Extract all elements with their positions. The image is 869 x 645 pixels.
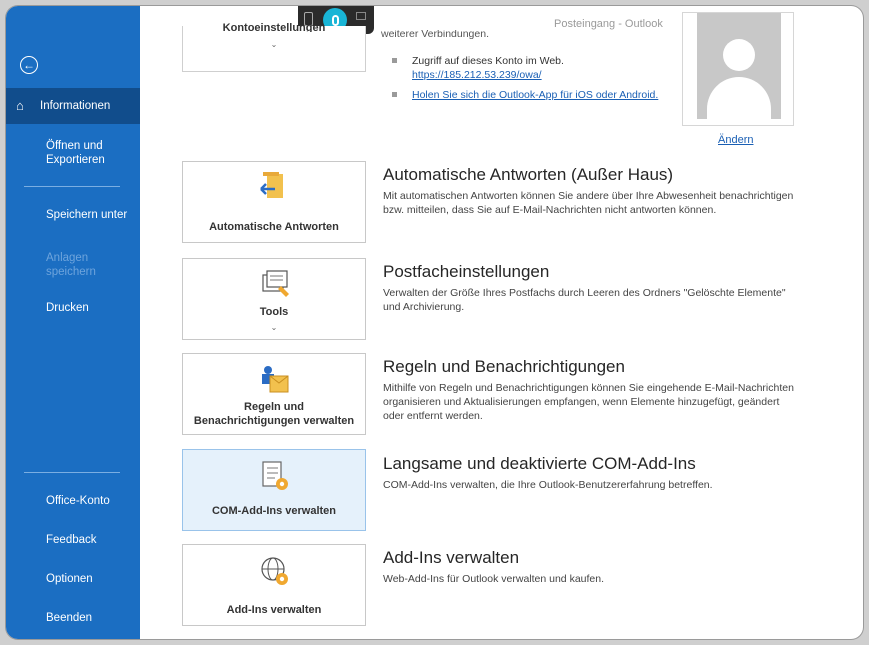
- section-title: Langsame und deaktivierte COM-Add-Ins: [383, 454, 696, 473]
- section-description: COM-Add-Ins verwalten, die Ihre Outlook-…: [383, 479, 713, 491]
- backstage-sidebar: ← ⌂ Informationen Öffnen und Exportieren…: [6, 6, 140, 639]
- rules-alerts-icon: [183, 364, 365, 396]
- bullet-text: Zugriff auf dieses Konto im Web.: [412, 55, 564, 67]
- sidebar-item-feedback[interactable]: Feedback: [6, 533, 140, 547]
- rules-alerts-button[interactable]: Regeln und Benachrichtigungen verwalten: [182, 353, 366, 435]
- globe-gear-icon: [183, 555, 365, 587]
- card-label: Tools: [259, 306, 289, 318]
- account-settings-button[interactable]: Kontoeinstellungen ⌄: [182, 22, 366, 72]
- sidebar-item-label: Optionen: [46, 573, 93, 585]
- card-label-line-1: Regeln und: [244, 401, 304, 413]
- sidebar-item-label: Feedback: [46, 534, 97, 546]
- backstage-content: Kontoeinstellungen ⌄ weiterer Verbindung…: [140, 6, 863, 639]
- home-icon: ⌂: [16, 98, 24, 113]
- section-title: Regeln und Benachrichtigungen: [383, 357, 625, 376]
- sidebar-item-informationen[interactable]: ⌂ Informationen: [6, 88, 140, 124]
- auto-reply-icon: [183, 172, 365, 204]
- card-label: COM-Add-Ins verwalten: [211, 505, 337, 517]
- section-title: Automatische Antworten (Außer Haus): [383, 165, 674, 184]
- automatic-replies-button[interactable]: Automatische Antworten: [182, 161, 366, 243]
- outlook-backstage-window: ← ⌂ Informationen Öffnen und Exportieren…: [6, 6, 863, 639]
- sidebar-item-label: Drucken: [46, 302, 89, 314]
- rules-alerts-section: Regeln und Benachrichtigungen Mithilfe v…: [383, 357, 803, 423]
- sidebar-item-label: Office-Konto: [46, 495, 110, 507]
- change-photo-link[interactable]: Ändern: [718, 134, 753, 146]
- outlook-app-link[interactable]: Holen Sie sich die Outlook-App für iOS o…: [412, 88, 658, 102]
- chevron-down-icon: ⌄: [270, 323, 278, 332]
- sidebar-item-label: Beenden: [46, 612, 93, 624]
- card-label-line-2: Benachrichtigungen verwalten: [193, 415, 355, 427]
- tools-icon: [183, 269, 365, 301]
- list-item: Zugriff auf dieses Konto im Web. https:/…: [392, 54, 658, 82]
- section-title: Postfacheinstellungen: [383, 262, 550, 281]
- section-title: Add-Ins verwalten: [383, 548, 520, 567]
- section-description: Mit automatischen Antworten können Sie a…: [383, 190, 794, 216]
- sidebar-item-beenden[interactable]: Beenden: [6, 611, 140, 625]
- account-settings-label: Kontoeinstellungen: [222, 22, 326, 32]
- sidebar-item-speichern-unter[interactable]: Speichern unter: [6, 208, 140, 222]
- back-arrow-icon[interactable]: ←: [20, 56, 38, 74]
- tools-button[interactable]: Tools ⌄: [182, 258, 366, 340]
- manage-addins-button[interactable]: Add-Ins verwalten: [182, 544, 366, 626]
- section-description: Verwalten der Größe Ihres Postfachs durc…: [383, 287, 786, 313]
- com-addins-icon: [183, 460, 365, 492]
- automatic-replies-section: Automatische Antworten (Außer Haus) Mit …: [383, 165, 803, 217]
- sidebar-item-optionen[interactable]: Optionen: [6, 572, 140, 586]
- sidebar-item-label: Anlagen speichern: [46, 252, 96, 278]
- sidebar-item-office-konto[interactable]: Office-Konto: [6, 494, 140, 508]
- sidebar-item-oeffnen-exportieren[interactable]: Öffnen und Exportieren: [6, 139, 126, 167]
- mailbox-settings-section: Postfacheinstellungen Verwalten der Größ…: [383, 262, 803, 314]
- chevron-down-icon: ⌄: [270, 40, 278, 49]
- section-description: Web-Add-Ins für Outlook verwalten und ka…: [383, 573, 605, 585]
- sidebar-item-label: Informationen: [40, 100, 111, 112]
- com-addins-section: Langsame und deaktivierte COM-Add-Ins CO…: [383, 454, 803, 492]
- sidebar-item-drucken[interactable]: Drucken: [6, 301, 140, 315]
- card-label: Automatische Antworten: [209, 221, 339, 233]
- sidebar-divider: [24, 186, 120, 187]
- avatar-placeholder-icon: [697, 13, 781, 119]
- profile-picture: [682, 12, 794, 126]
- manage-addins-section: Add-Ins verwalten Web-Add-Ins für Outloo…: [383, 548, 803, 586]
- sidebar-item-anlagen-speichern: Anlagen speichern: [6, 251, 106, 279]
- owa-link[interactable]: https://185.212.53.239/owa/: [412, 68, 658, 82]
- account-info-list: Zugriff auf dieses Konto im Web. https:/…: [392, 54, 658, 108]
- account-partial-text: weiterer Verbindungen.: [381, 30, 489, 40]
- list-item: Holen Sie sich die Outlook-App für iOS o…: [392, 88, 658, 102]
- section-description: Mithilfe von Regeln und Benachrichtigung…: [383, 382, 794, 422]
- card-label: Add-Ins verwalten: [226, 604, 322, 616]
- sidebar-divider: [24, 472, 120, 473]
- com-addins-button[interactable]: COM-Add-Ins verwalten: [182, 449, 366, 531]
- sidebar-item-label: Öffnen und Exportieren: [46, 140, 105, 166]
- sidebar-item-label: Speichern unter: [46, 209, 128, 221]
